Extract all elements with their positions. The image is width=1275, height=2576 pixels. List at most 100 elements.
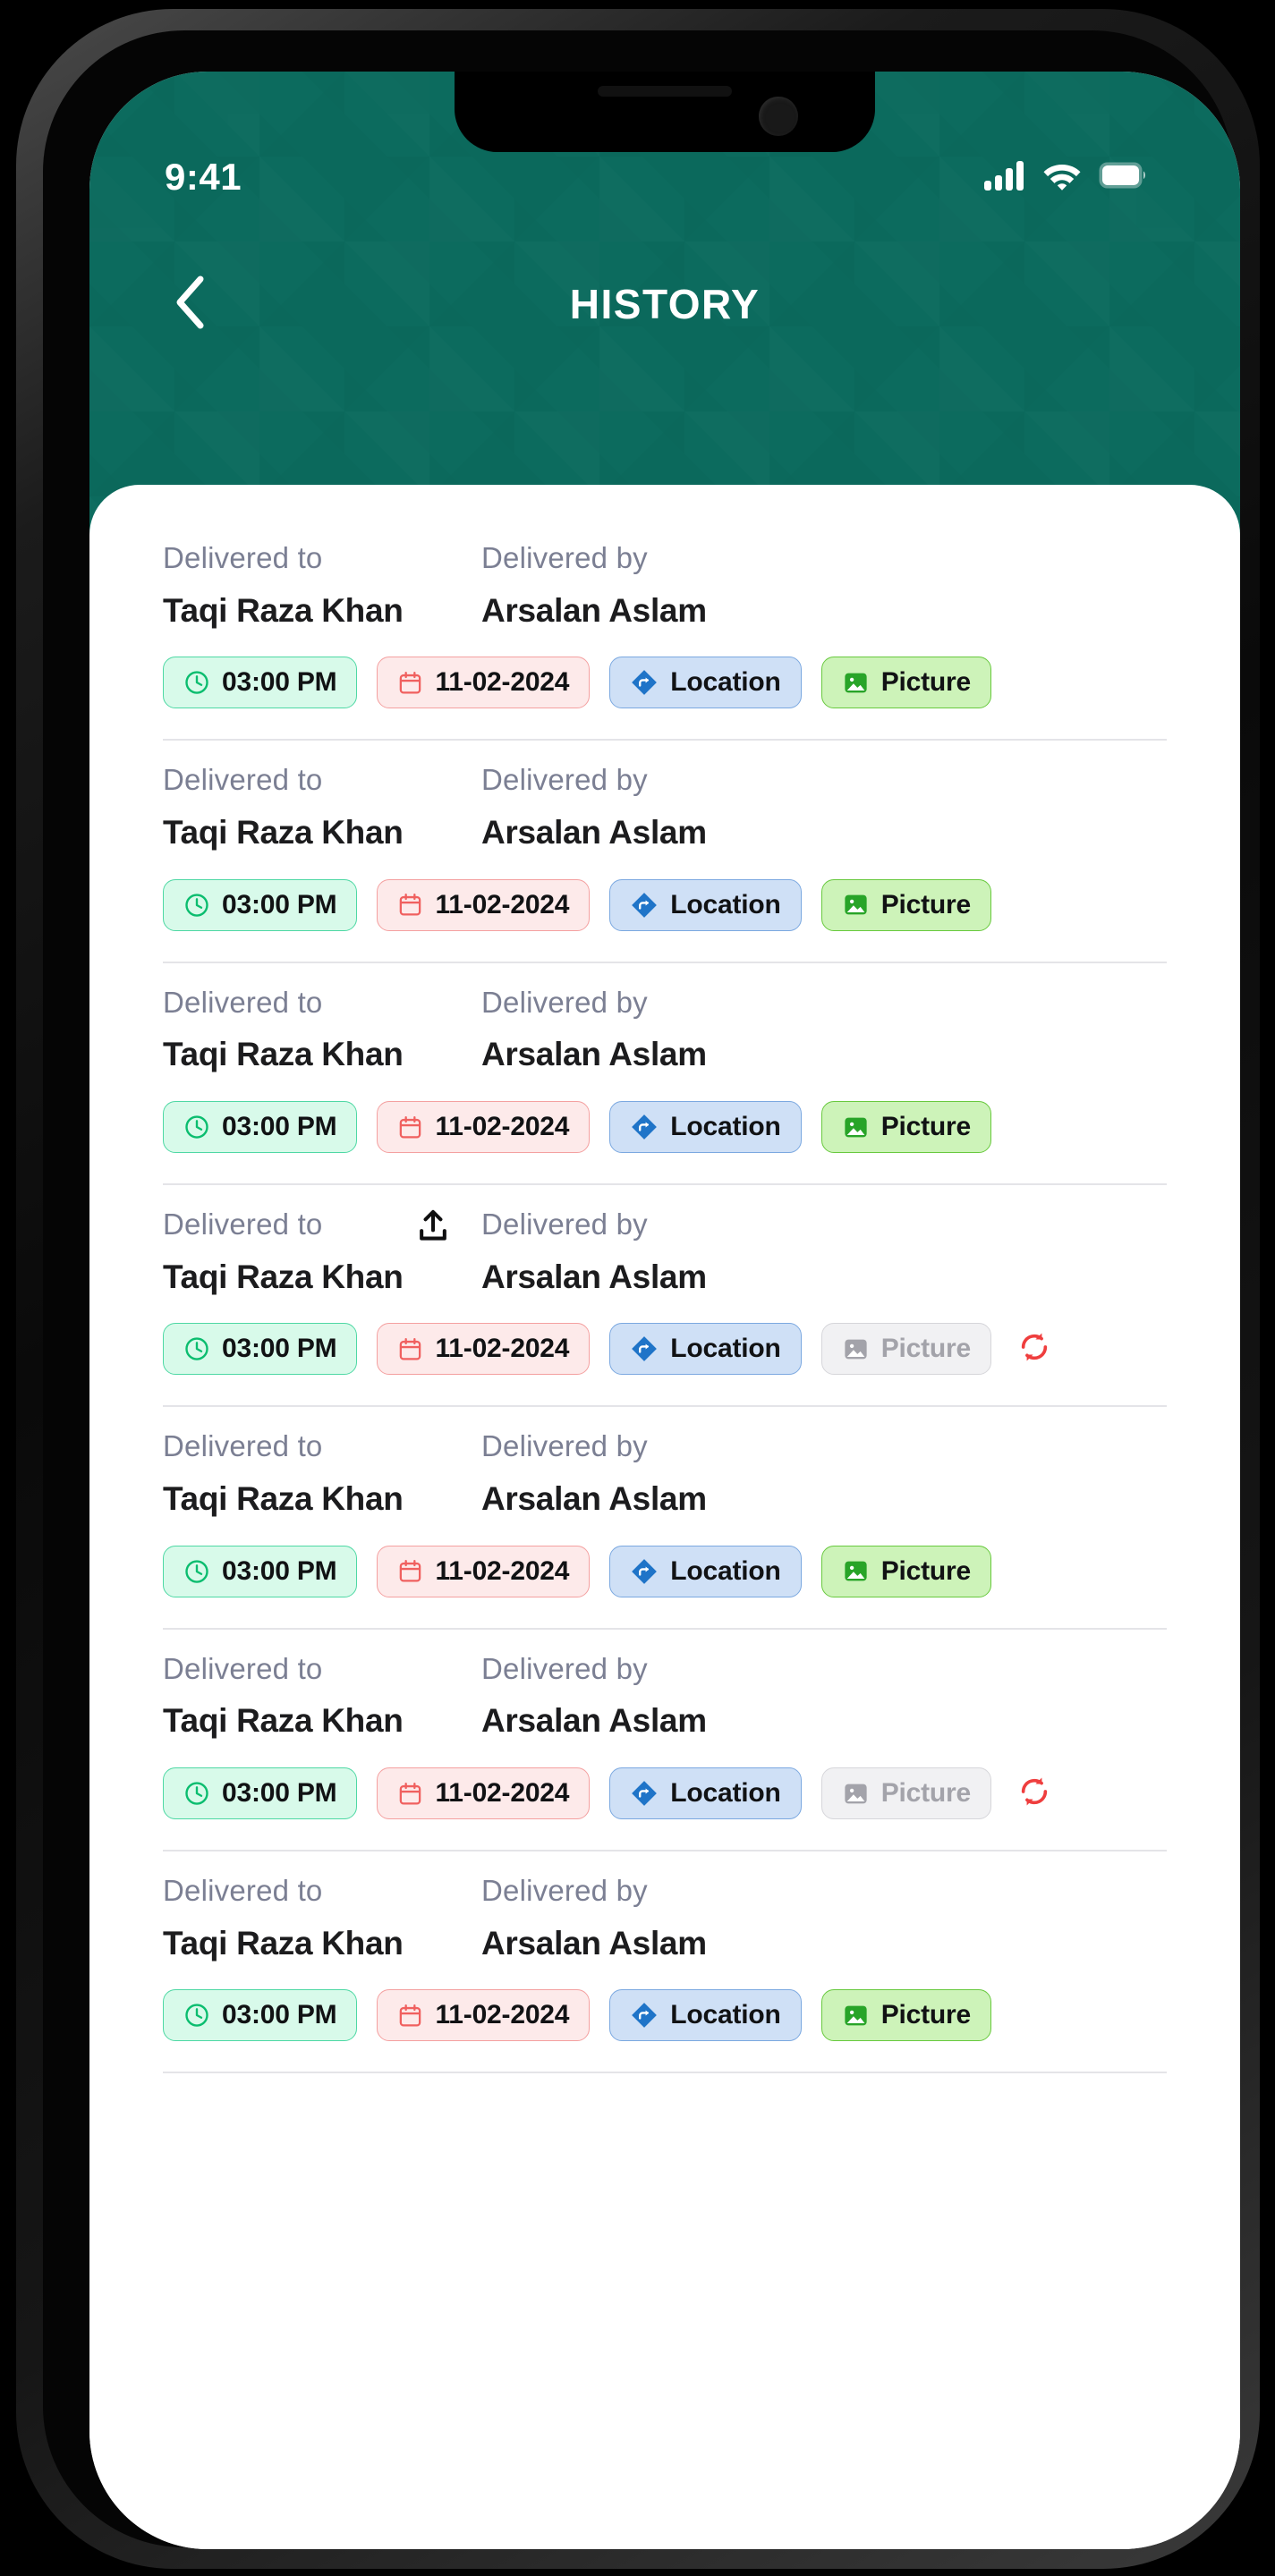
earpiece-speaker [598,86,732,97]
content-sheet: Delivered to Taqi Raza Khan Delivered by Ar… [89,485,1240,2549]
history-row[interactable]: Delivered to Taqi Raza Khan Delivered by Ar… [89,519,1240,709]
date-chip[interactable]: 11-02-2024 [377,657,591,709]
delivered-by-value: Arsalan Aslam [481,1924,707,1962]
row-header: Delivered to Taqi Raza Khan Delivered by Ar… [163,1649,1167,1744]
history-row[interactable]: Delivered to Taqi Raza Khan Delivered by Ar… [89,1407,1240,1597]
time-chip-label: 03:00 PM [222,1112,337,1142]
location-chip[interactable]: Location [609,1989,802,2042]
row-header: Delivered to Taqi Raza Khan Delivered by Ar… [163,1205,1167,1300]
navigation-bar: HISTORY [89,264,1240,344]
location-chip[interactable]: Location [609,657,802,709]
calendar-icon [397,1558,423,1584]
time-chip-label: 03:00 PM [222,2000,337,2030]
delivered-to-column: Delivered to Taqi Raza Khan [163,1427,481,1521]
delivered-to-value: Taqi Raza Khan [163,1702,404,1740]
navigation-arrow-icon [630,1779,659,1808]
time-chip[interactable]: 03:00 PM [163,1323,358,1376]
retry-upload-button[interactable] [1013,1772,1056,1815]
back-button[interactable] [159,273,222,335]
calendar-icon [397,2003,423,2029]
time-chip[interactable]: 03:00 PM [163,1767,358,1820]
time-chip[interactable]: 03:00 PM [163,1989,358,2042]
navigation-arrow-icon [630,668,659,697]
time-chip[interactable]: 03:00 PM [163,1545,358,1597]
navigation-arrow-icon [630,2001,659,2029]
delivered-to-label: Delivered to [163,763,323,797]
delivered-to-value: Taqi Raza Khan [163,591,404,629]
location-chip[interactable]: Location [609,1545,802,1597]
chevron-left-icon [173,275,208,335]
picture-chip[interactable]: Picture [820,1545,991,1597]
picture-chip[interactable]: Picture [820,1101,991,1154]
date-chip-label: 11-02-2024 [435,889,570,919]
row-header: Delivered to Taqi Raza Khan Delivered by Ar… [163,760,1167,855]
delivered-by-label: Delivered by [481,763,648,797]
battery-icon [1099,162,1147,193]
history-row[interactable]: Delivered to Taqi Raza Khan Delivered by Ar… [89,741,1240,931]
calendar-icon [397,1781,423,1807]
row-header: Delivered to Taqi Raza Khan Delivered by Ar… [163,1871,1167,1966]
page-title: HISTORY [569,281,761,327]
phone-screen: 9:41 HISTORY Delivered to Taqi Raza Khan… [89,72,1240,2549]
retry-upload-button[interactable] [1013,1327,1056,1370]
date-chip[interactable]: 11-02-2024 [377,1323,591,1376]
delivered-to-value: Taqi Raza Khan [163,813,404,851]
phone-notch [455,72,875,152]
row-chips: 03:00 PM 11-02-2024 Location Picture [163,1323,1167,1376]
refresh-retry-icon [1017,1775,1051,1813]
delivered-by-label: Delivered by [481,1208,648,1241]
history-row[interactable]: Delivered to Taqi Raza Khan Delivered by Ar… [89,1852,1240,2042]
row-chips: 03:00 PM 11-02-2024 Location Picture [163,1101,1167,1154]
date-chip[interactable]: 11-02-2024 [377,878,591,931]
delivered-to-value: Taqi Raza Khan [163,1479,404,1517]
picture-chip[interactable]: Picture [820,1989,991,2042]
location-chip[interactable]: Location [609,1767,802,1820]
time-chip-label: 03:00 PM [222,667,337,698]
location-chip[interactable]: Location [609,1101,802,1154]
date-chip[interactable]: 11-02-2024 [377,1767,591,1820]
image-icon [842,891,870,919]
location-chip-label: Location [670,1778,781,1809]
location-chip[interactable]: Location [609,878,802,931]
clock-icon [183,1335,210,1362]
date-chip-label: 11-02-2024 [435,1778,570,1809]
history-row[interactable]: Delivered to Taqi Raza Khan Delivered by Ar… [89,1630,1240,1820]
image-icon [842,1335,870,1363]
delivered-to-value: Taqi Raza Khan [163,1036,404,1073]
date-chip-label: 11-02-2024 [435,1555,570,1586]
history-row[interactable]: Delivered to Taqi Raza Khan Delivered by Ar… [89,963,1240,1154]
delivered-to-label: Delivered to [163,1651,323,1685]
time-chip[interactable]: 03:00 PM [163,1101,358,1154]
image-icon [842,1557,870,1585]
time-chip[interactable]: 03:00 PM [163,657,358,709]
picture-chip-label: Picture [880,1334,972,1364]
delivered-by-label: Delivered by [481,1651,648,1685]
clock-icon [183,1114,210,1140]
date-chip[interactable]: 11-02-2024 [377,1545,591,1597]
picture-chip-label: Picture [880,2000,972,2030]
delivered-by-column: Delivered by Arsalan Aslam [481,983,1167,1078]
clock-icon [183,1780,210,1807]
phone-frame: 9:41 HISTORY Delivered to Taqi Raza Khan… [16,9,1260,2569]
time-chip[interactable]: 03:00 PM [163,878,358,931]
navigation-arrow-icon [630,1335,659,1363]
location-chip[interactable]: Location [609,1323,802,1376]
location-chip-label: Location [670,889,781,919]
row-header: Delivered to Taqi Raza Khan Delivered by Ar… [163,538,1167,633]
delivered-by-value: Arsalan Aslam [481,813,707,851]
picture-chip[interactable]: Picture [820,657,991,709]
upload-button[interactable] [410,1205,456,1251]
date-chip[interactable]: 11-02-2024 [377,1989,591,2042]
picture-chip[interactable]: Picture [820,878,991,931]
row-divider [163,2072,1167,2074]
date-chip[interactable]: 11-02-2024 [377,1101,591,1154]
calendar-icon [397,1336,423,1362]
history-row[interactable]: Delivered to Taqi Raza Khan Delivered by Ar… [89,1185,1240,1376]
delivered-by-value: Arsalan Aslam [481,591,707,629]
delivered-by-label: Delivered by [481,1874,648,1908]
date-chip-label: 11-02-2024 [435,1334,570,1364]
picture-chip-label: Picture [880,889,972,919]
delivered-to-label: Delivered to [163,1874,323,1908]
delivered-by-value: Arsalan Aslam [481,1479,707,1517]
delivered-by-label: Delivered by [481,985,648,1019]
